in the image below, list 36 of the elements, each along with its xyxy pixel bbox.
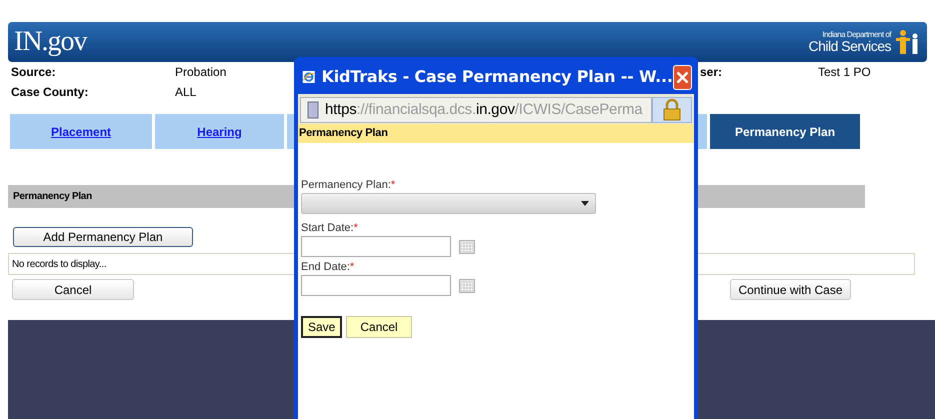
continue-button[interactable]: Continue with Case	[730, 279, 851, 300]
tab[interactable]: Placement	[10, 114, 152, 149]
tab[interactable]: Hearing	[155, 114, 284, 149]
required-mark: *	[354, 220, 358, 236]
info-value: Probation	[175, 64, 226, 81]
info-value: ALL	[175, 84, 196, 101]
agency-name: Child Services	[808, 39, 891, 53]
cancel-button[interactable]: Cancel	[346, 316, 412, 338]
save-button[interactable]: Save	[301, 316, 342, 338]
calendar-icon[interactable]	[459, 278, 475, 292]
date-field[interactable]	[301, 236, 451, 257]
info-label: ser:	[700, 64, 724, 81]
plan-dropdown[interactable]	[301, 193, 596, 214]
info-value: Test 1 PO	[818, 64, 871, 81]
address-url: https://financialsqa.dcs.in.gov/ICWIS/CasePerma	[325, 100, 642, 120]
info-label: Case County:	[10, 84, 90, 101]
popup-section-band: Permanency Plan	[298, 124, 694, 143]
required-mark: *	[350, 260, 354, 275]
site-logo[interactable]: IN.gov	[14, 21, 87, 63]
agency-name: Indiana Department of	[822, 31, 891, 39]
close-button[interactable]	[672, 64, 692, 90]
tab[interactable]: Permanency Plan	[710, 114, 860, 149]
page-icon	[307, 101, 319, 119]
date-field[interactable]	[301, 275, 451, 296]
address-bar[interactable]: https://financialsqa.dcs.in.gov/ICWIS/CasePerma	[300, 97, 652, 123]
field-label: Start Date:	[301, 220, 354, 236]
browser-icon	[302, 68, 316, 86]
dropdown-caret-icon	[581, 201, 589, 206]
lock-icon	[663, 99, 681, 121]
cancel-button[interactable]: Cancel	[12, 279, 134, 300]
field-label: End Date:	[301, 260, 350, 275]
add-button[interactable]: Add Permanency Plan	[13, 227, 193, 247]
popup-title: KidTraks - Case Permanency Plan -- W...	[322, 66, 673, 88]
close-icon	[676, 70, 689, 84]
info-label: Source:	[10, 64, 57, 81]
calendar-icon[interactable]	[459, 240, 475, 254]
